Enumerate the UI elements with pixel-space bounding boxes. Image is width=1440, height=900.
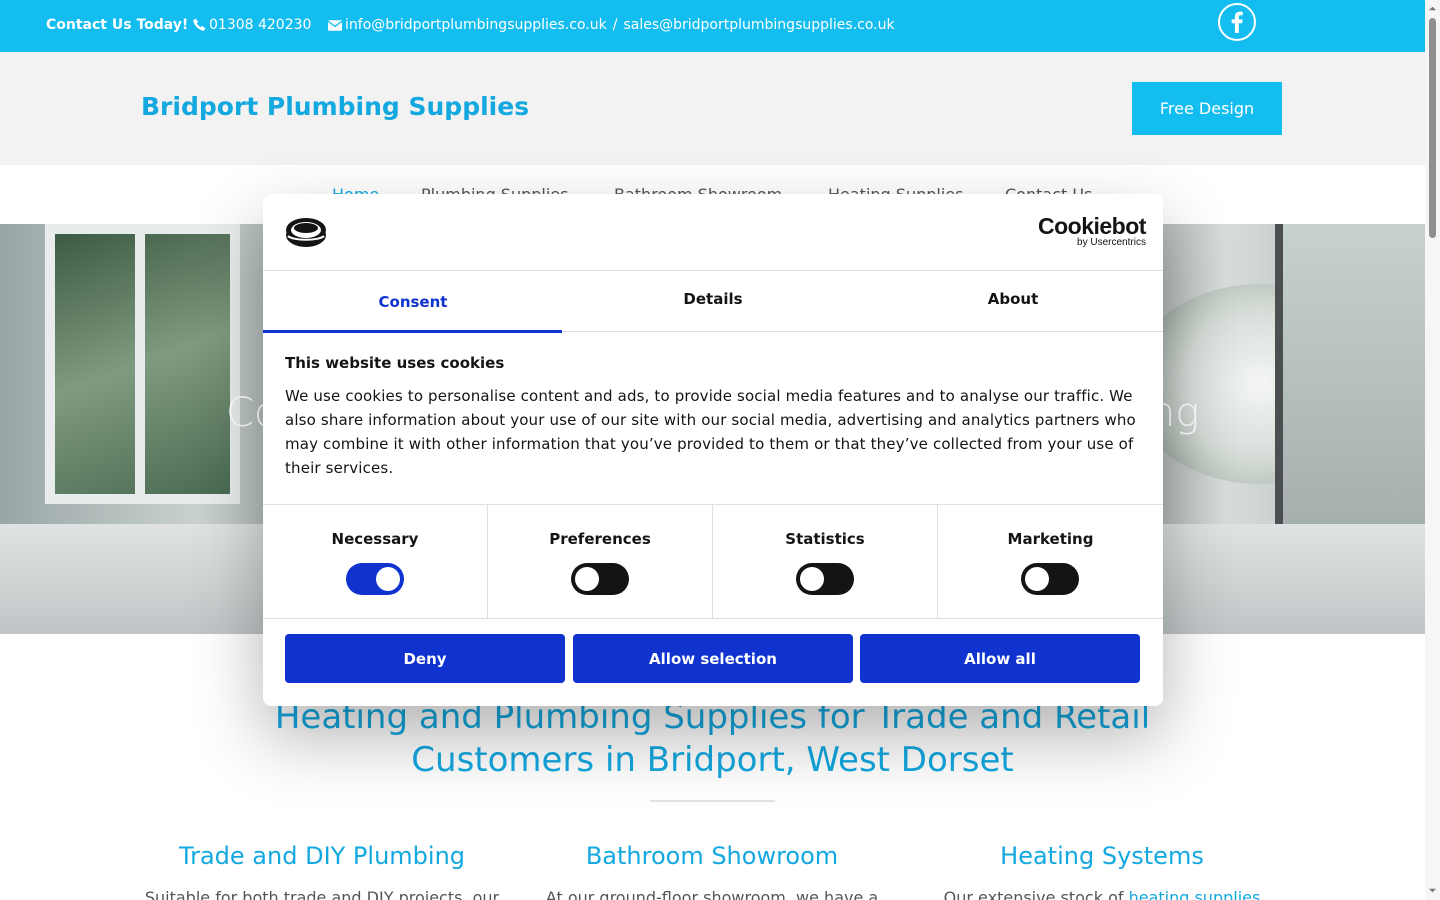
page-heading: Heating and Plumbing Supplies for Trade … [140,696,1285,782]
category-statistics: Statistics [713,505,938,619]
cookiebot-brand-name: Cookiebot [1038,213,1146,239]
free-design-button[interactable]: Free Design [1132,82,1282,135]
column-title-trade: Trade and DIY Plumbing [178,842,466,870]
scroll-up-arrow-icon[interactable] [1428,4,1437,13]
category-label: Necessary [331,530,419,548]
column-text-heating: Our extensive stock of heating supplies [902,888,1302,900]
toggle-knob [800,567,824,591]
marketing-toggle[interactable] [1021,563,1079,595]
phone-icon [193,18,206,31]
phone-number: 01308 420230 [209,17,312,33]
email-sales-link[interactable]: sales@bridportplumbingsupplies.co.uk [623,17,894,33]
allow-selection-button[interactable]: Allow selection [573,634,853,683]
category-label: Statistics [785,530,865,548]
site-header: Bridport Plumbing Supplies Free Design [0,52,1425,165]
cookie-body: This website uses cookies We use cookies… [285,354,1145,480]
scrollbar-thumb[interactable] [1429,18,1436,238]
cookie-title: This website uses cookies [285,354,505,372]
cookiebot-brand: Cookiebot by Usercentrics [1038,214,1146,248]
tab-details[interactable]: Details [563,271,863,332]
column-title-heating: Heating Systems [1000,842,1204,870]
phone-link[interactable]: 01308 420230 [193,17,311,33]
heating-supplies-link[interactable]: heating supplies [1129,888,1261,900]
scroll-down-arrow-icon[interactable] [1428,886,1437,895]
category-label: Preferences [549,530,651,548]
category-label: Marketing [1007,530,1094,548]
envelope-icon [327,20,343,31]
cookiebot-logo-icon [286,218,326,247]
toggle-knob [1025,567,1049,591]
cookie-description: We use cookies to personalise content an… [285,387,1136,477]
facebook-icon [1231,11,1243,33]
site-logo[interactable]: Bridport Plumbing Supplies [141,92,529,121]
hero-window-image [45,224,240,504]
cookiebot-brand-sub: by Usercentrics [1077,237,1146,248]
column-text-heating-body: Our extensive stock of [943,888,1129,900]
toggle-knob [575,567,599,591]
tab-about[interactable]: About [863,271,1163,332]
email-links: info@bridportplumbingsupplies.co.uk / sale… [327,17,895,33]
top-contact-bar: Contact Us Today! 01308 420230 info@brid… [0,0,1425,52]
cookie-categories: Necessary Preferences Statistics Marketi… [263,504,1163,619]
contact-label: Contact Us Today! [46,17,189,33]
category-marketing: Marketing [938,505,1163,619]
column-text-trade: Suitable for both trade and DIY projects… [144,888,500,900]
column-title-bathroom: Bathroom Showroom [585,842,839,870]
statistics-toggle[interactable] [796,563,854,595]
cookie-consent-dialog: Cookiebot by Usercentrics Consent Detail… [263,194,1163,706]
heading-divider [650,800,775,802]
column-text-bathroom: At our ground-floor showroom, we have a [545,888,879,900]
preferences-toggle[interactable] [571,563,629,595]
cookie-tabs: Consent Details About [263,271,1163,333]
category-necessary: Necessary [263,505,488,619]
cookie-dialog-header: Cookiebot by Usercentrics [263,194,1163,271]
deny-button[interactable]: Deny [285,634,565,683]
allow-all-button[interactable]: Allow all [860,634,1140,683]
page-heading-line2: Customers in Bridport, West Dorset [411,740,1014,780]
tab-consent[interactable]: Consent [263,271,563,333]
toggle-knob [376,567,400,591]
necessary-toggle[interactable] [346,563,404,595]
email-info-link[interactable]: info@bridportplumbingsupplies.co.uk [345,17,607,33]
email-separator: / [612,17,618,33]
category-preferences: Preferences [488,505,713,619]
facebook-link[interactable] [1218,3,1256,41]
